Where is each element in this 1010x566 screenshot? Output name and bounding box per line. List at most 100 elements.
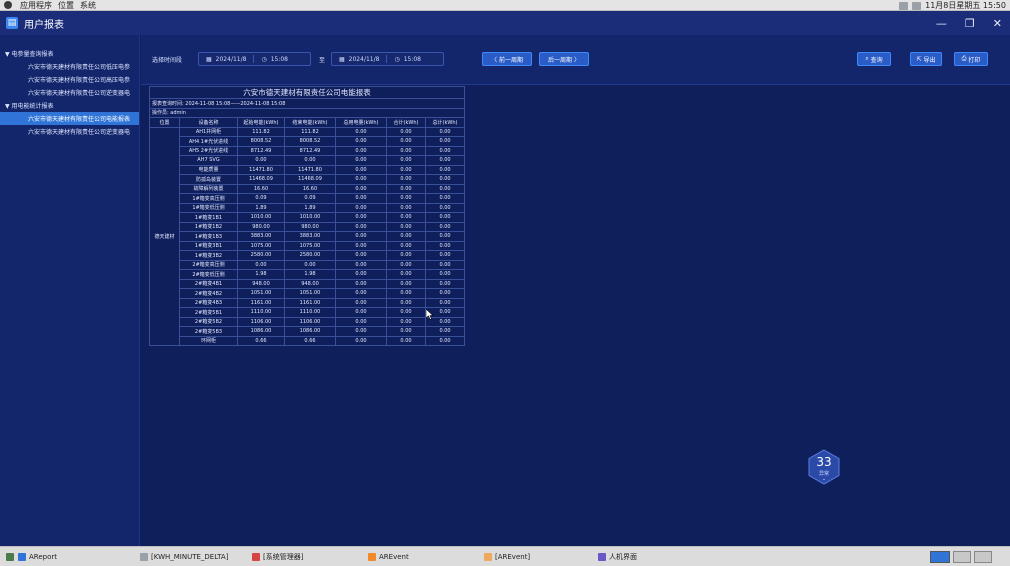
value-cell: 980.00	[284, 221, 336, 232]
value-cell: 3883.00	[284, 231, 336, 242]
value-cell: 0.00	[386, 335, 426, 346]
value-cell: 111.82	[284, 126, 336, 137]
value-cell: 0.00	[424, 164, 466, 175]
start-datetime-picker[interactable]: ▦ 2024/11/8 ◷ 15:08	[198, 52, 311, 66]
value-cell: 0.00	[424, 212, 466, 223]
location-cell: 德天建材	[149, 126, 180, 346]
table-body: 德天建材 AH1并网柜 111.82 111.82 0.00 0.00 0.00 AH4 1#…	[149, 126, 466, 346]
value-cell: 0.00	[335, 174, 387, 185]
chevron-down-icon: ⌄	[821, 476, 827, 482]
taskbar-item-hmi[interactable]: 人机界面	[596, 550, 637, 564]
print-button[interactable]: ⎙ 打印	[954, 52, 988, 66]
workspace-1[interactable]	[930, 551, 950, 563]
table-row: 故障解列装置 16.60 16.60 0.00 0.00 0.00	[150, 183, 466, 194]
table-row: AH4 1#光伏进线 8008.52 8008.52 0.00 0.00 0.00	[150, 136, 466, 147]
os-logo-icon	[4, 1, 12, 9]
value-cell: 1051.00	[284, 288, 336, 299]
workspace-3[interactable]	[974, 551, 992, 563]
value-cell: 0.00	[335, 269, 387, 280]
value-cell: 948.00	[237, 278, 285, 289]
device-name-cell: 2#箱变5B3	[179, 326, 238, 337]
device-name-cell: 2#箱变4B2	[179, 288, 238, 299]
main-panel: 选择时间段 ▦ 2024/11/8 ◷ 15:08 至 ▦ 2024/11/8 ◷ 15…	[141, 35, 1010, 546]
taskbar-item-areport[interactable]: AReport	[16, 550, 57, 564]
value-cell: 0.00	[386, 316, 426, 327]
end-datetime-picker[interactable]: ▦ 2024/11/8 ◷ 15:08	[331, 52, 444, 66]
menu-applications[interactable]: 应用程序	[20, 0, 52, 11]
device-name-cell: 2#箱变低压侧	[179, 269, 238, 280]
clock-icon: ◷	[261, 55, 267, 63]
next-period-button[interactable]: 后一周期 〉	[539, 52, 589, 66]
clock[interactable]: 11月8日星期五 15:50	[925, 0, 1006, 11]
value-cell: 0.00	[424, 278, 466, 289]
show-desktop-button[interactable]	[4, 550, 14, 564]
value-cell: 0.00	[386, 126, 426, 137]
prev-period-button[interactable]: 〈 前一周期	[482, 52, 532, 66]
workspace-switcher[interactable]	[928, 550, 992, 564]
tree-group-energy-stats[interactable]: ▼ 用电能统计报表	[0, 99, 139, 112]
table-row: 防孤岛装置 11468.09 11468.09 0.00 0.00 0.00	[150, 174, 466, 185]
desktop-icon	[6, 553, 14, 561]
tree-item-energy-report[interactable]: 六安市德天建材有限责任公司电能报表	[0, 112, 139, 125]
menu-places[interactable]: 位置	[58, 0, 74, 11]
table-row: 2#箱变5B3 1086.00 1086.00 0.00 0.00 0.00	[150, 326, 466, 337]
value-cell: 0.00	[424, 259, 466, 270]
restore-icon[interactable]: ❐	[965, 17, 975, 30]
table-row: 1#箱变3B2 2580.00 2580.00 0.00 0.00 0.00	[150, 250, 466, 261]
end-time[interactable]: 15:08	[404, 56, 421, 63]
print-icon: ⎙	[961, 55, 969, 62]
value-cell: 0.66	[284, 335, 336, 346]
alarm-count-badge[interactable]: 33 异常 ⌄	[808, 449, 840, 485]
value-cell: 16.60	[284, 183, 336, 194]
query-button[interactable]: ⌕ 查询	[857, 52, 891, 66]
export-button[interactable]: ⇱ 导出	[910, 52, 942, 66]
taskbar-item-system-manager[interactable]: [系统管理器]	[250, 550, 303, 564]
workspace-2[interactable]	[953, 551, 971, 563]
value-cell: 0.00	[386, 240, 426, 251]
table-row: 2#箱变4B1 948.00 948.00 0.00 0.00 0.00	[150, 278, 466, 289]
tree-item-high-voltage[interactable]: 六安市德天建材有限责任公司高压电参	[0, 73, 139, 86]
network-icon[interactable]	[899, 1, 909, 10]
tree-item-inverter[interactable]: 六安市德天建材有限责任公司逆变器电	[0, 86, 139, 99]
value-cell: 0.00	[386, 221, 426, 232]
system-menu: 应用程序 位置 系统	[0, 0, 96, 11]
minimize-icon[interactable]: —	[936, 17, 947, 30]
value-cell: 0.09	[284, 193, 336, 204]
value-cell: 1161.00	[237, 297, 285, 308]
taskbar-item-arevent[interactable]: AREvent	[366, 550, 409, 564]
device-name-cell: AH1并网柜	[179, 126, 238, 137]
table-row: 1#箱变1B3 3883.00 3883.00 0.00 0.00 0.00	[150, 231, 466, 242]
app-icon	[484, 553, 492, 561]
value-cell: 0.09	[237, 193, 285, 204]
tree-item-inverter-energy[interactable]: 六安市德天建材有限责任公司逆变器电	[0, 125, 139, 138]
select-time-label: 选择时间段	[152, 57, 183, 64]
value-cell: 0.00	[424, 126, 466, 137]
column-header: 合计(kWh)	[386, 117, 426, 128]
table-row: AH7 SVG 0.00 0.00 0.00 0.00 0.00	[150, 155, 466, 166]
device-name-cell: 防孤岛装置	[179, 174, 238, 185]
taskbar-item-kwh-minute-delta[interactable]: [KWH_MINUTE_DELTA]	[138, 550, 228, 564]
taskbar-item-arevent-bracket[interactable]: [AREvent]	[482, 550, 530, 564]
value-cell: 0.00	[335, 202, 387, 213]
volume-icon[interactable]	[912, 1, 922, 10]
value-cell: 0.00	[335, 145, 387, 156]
menu-system[interactable]: 系统	[80, 0, 96, 11]
clock-icon: ◷	[394, 55, 400, 63]
value-cell: 1110.00	[237, 307, 285, 318]
to-label: 至	[319, 57, 326, 64]
value-cell: 0.00	[424, 145, 466, 156]
end-date[interactable]: 2024/11/8	[349, 56, 380, 63]
energy-report: 六安市德天建材有限责任公司电能报表 报表查询时间: 2024-11-08 15:…	[148, 86, 466, 397]
close-icon[interactable]: ✕	[993, 17, 1002, 30]
value-cell: 1.89	[284, 202, 336, 213]
report-operator: 操作员: admin	[148, 107, 466, 118]
value-cell: 0.00	[424, 250, 466, 261]
value-cell: 0.00	[424, 193, 466, 204]
start-date[interactable]: 2024/11/8	[216, 56, 247, 63]
tree-group-electrical-params[interactable]: ▼ 电参量查询报表	[0, 47, 139, 60]
value-cell: 0.00	[424, 202, 466, 213]
device-name-cell: 2#箱变4B3	[179, 297, 238, 308]
start-time[interactable]: 15:08	[271, 56, 288, 63]
value-cell: 3883.00	[237, 231, 285, 242]
tree-item-low-voltage[interactable]: 六安市德天建材有限责任公司低压电参	[0, 60, 139, 73]
